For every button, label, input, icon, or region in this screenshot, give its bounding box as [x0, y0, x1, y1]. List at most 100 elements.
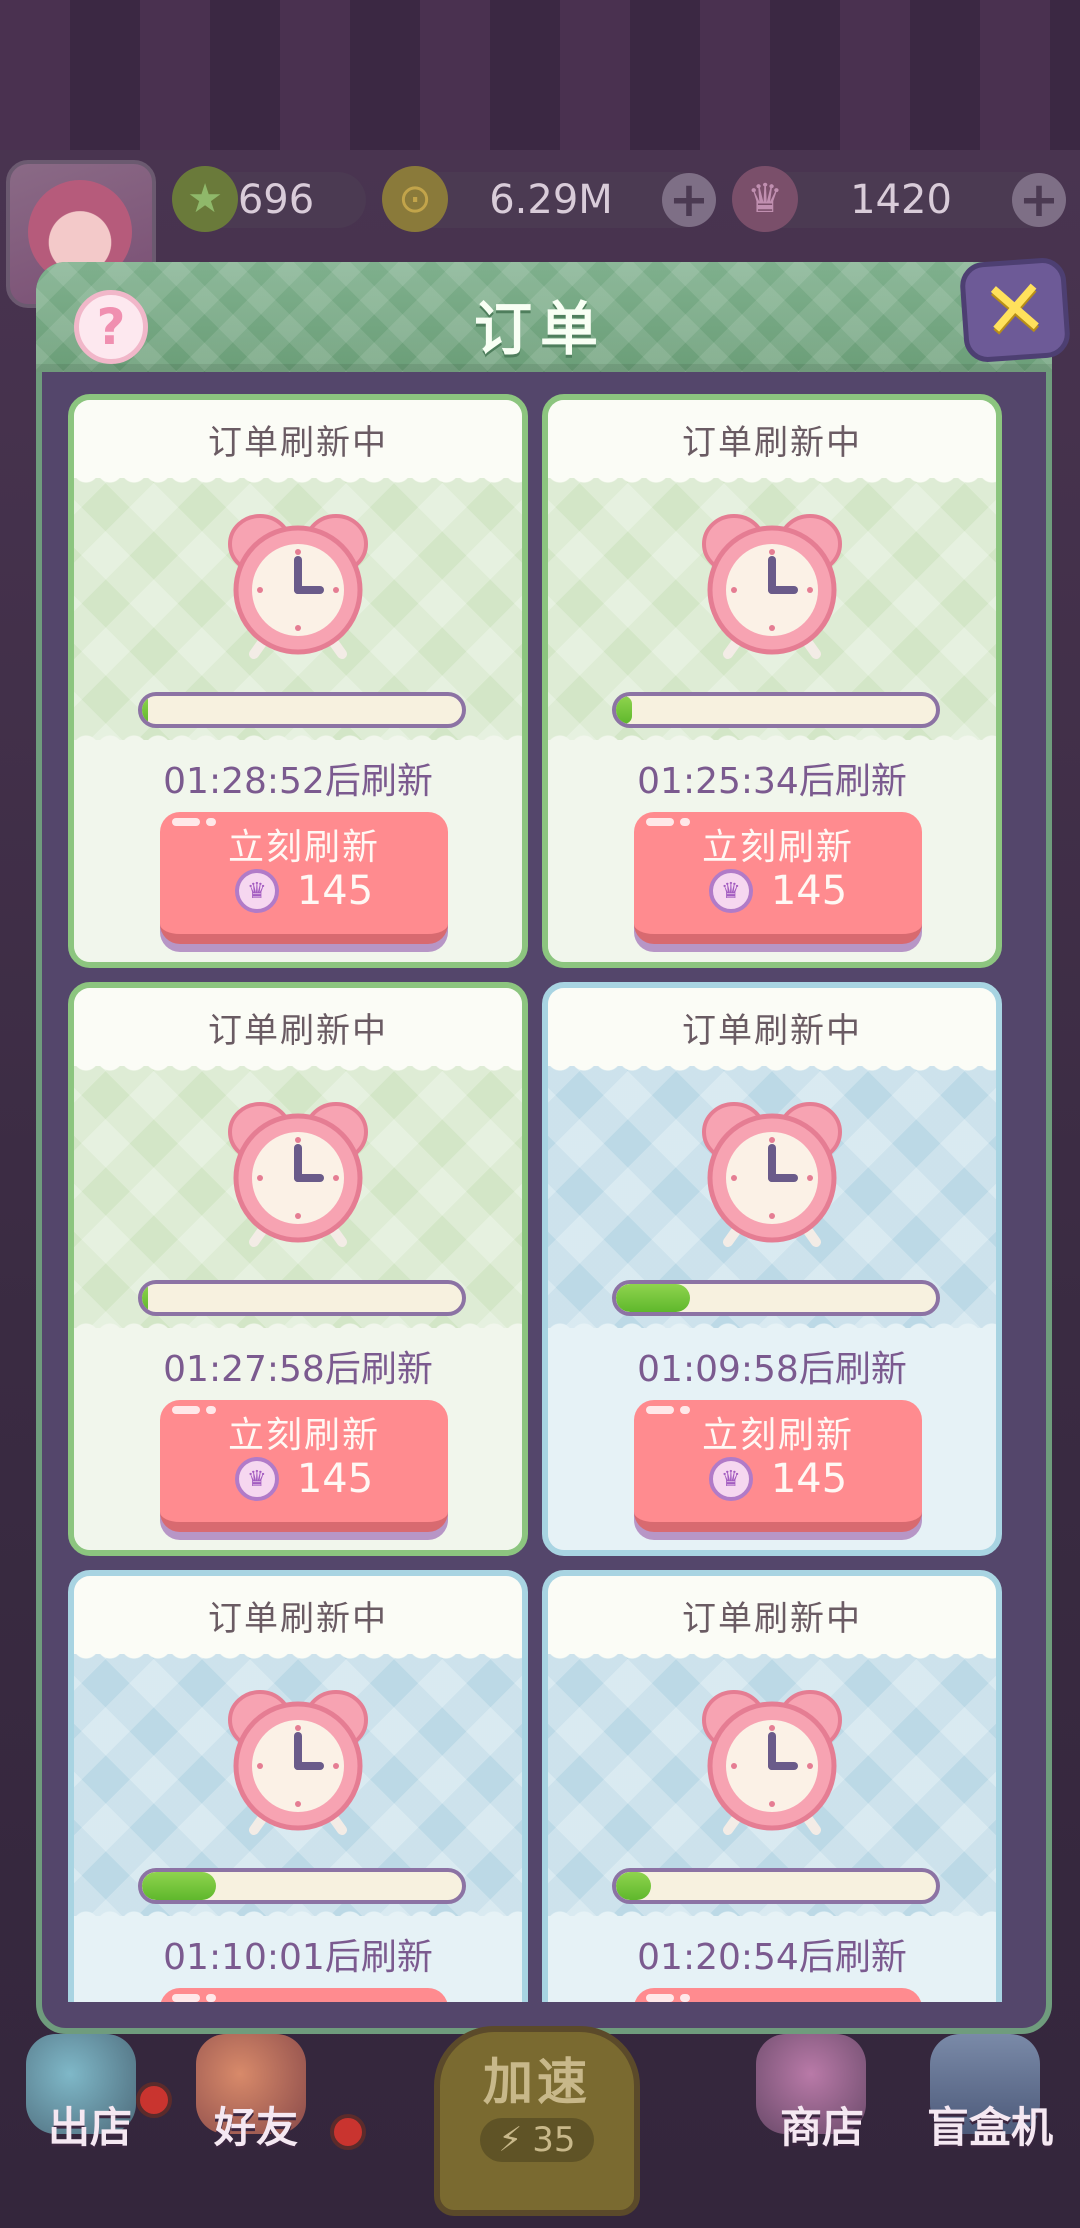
refresh-now-button[interactable]: 立刻刷新 ♛ 145 [160, 1400, 448, 1532]
speed-count-value: 35 [532, 2120, 576, 2160]
refresh-progress-bar [612, 692, 940, 728]
alarm-clock-icon [224, 1688, 372, 1836]
order-status: 订单刷新中 [548, 1576, 996, 1654]
blind-box-button[interactable]: 盲盒机 [910, 2094, 1070, 2155]
blind-box-label: 盲盒机 [926, 2103, 1053, 2152]
refresh-now-label: 立刻刷新 [701, 827, 854, 868]
stars-value: 696 [237, 177, 315, 223]
help-button[interactable]: ? [74, 290, 148, 364]
refresh-now-label: 立刻刷新 [701, 1415, 854, 1456]
card-scallop [74, 1906, 522, 1924]
crown-gem-icon: ♛ [234, 869, 279, 913]
speed-up-counter: ⚡ 35 [480, 2118, 594, 2162]
speed-up-button[interactable]: 加速 ⚡ 35 [434, 2026, 640, 2216]
alarm-clock-icon [698, 512, 846, 660]
refresh-cost: ♛ 145 [160, 1456, 448, 1502]
order-card: 订单刷新中 01:28:52后刷新 立刻刷新 ♛ 145 [68, 394, 528, 968]
close-icon: ✕ [979, 262, 1051, 358]
gems-counter: ♛ 1420 + [732, 166, 1066, 232]
alarm-clock-icon [224, 1100, 372, 1248]
order-status: 订单刷新中 [74, 400, 522, 478]
crown-gem-icon: ♛ [732, 166, 798, 232]
header-scallop [74, 1058, 522, 1076]
header-scallop [74, 1646, 522, 1664]
order-status: 订单刷新中 [74, 1576, 522, 1654]
add-coins-button[interactable]: + [662, 172, 716, 228]
question-icon: ? [96, 298, 126, 356]
refresh-timer: 01:28:52后刷新 [163, 761, 433, 802]
progress-fill [616, 696, 632, 724]
lightning-icon: ⚡ [498, 2120, 523, 2160]
progress-fill [142, 696, 149, 724]
order-card: 订单刷新中 01:27:58后刷新 立刻刷新 ♛ 145 [68, 982, 528, 1556]
cost-value: 145 [296, 1456, 374, 1502]
order-card: 订单刷新中 01:20:54后刷新 立刻刷新 ♛ [542, 1570, 1002, 2002]
progress-fill [616, 1872, 652, 1900]
order-status: 订单刷新中 [548, 988, 996, 1066]
refresh-now-button[interactable]: 立刻刷新 ♛ 145 [160, 1988, 448, 2002]
resource-bar: ★ 696 ⊙ 6.29M + ♛ 1420 + [0, 160, 1080, 308]
coin-icon: ⊙ [382, 166, 448, 232]
refresh-now-button[interactable]: 立刻刷新 ♛ 145 [160, 812, 448, 944]
order-card: 订单刷新中 01:25:34后刷新 立刻刷新 ♛ 145 [542, 394, 1002, 968]
gems-value: 1420 [850, 177, 952, 223]
refresh-cost: ♛ 145 [160, 868, 448, 914]
modal-title: 订单 [473, 295, 606, 363]
header-scallop [74, 470, 522, 488]
refresh-cost: ♛ 145 [634, 868, 922, 914]
cost-value: 145 [770, 1456, 848, 1502]
header-scallop [548, 1646, 996, 1664]
close-button[interactable]: ✕ [958, 256, 1072, 364]
out-store-label: 出店 [47, 2103, 132, 2152]
refresh-progress-bar [138, 1868, 466, 1904]
card-scallop [74, 1318, 522, 1336]
refresh-progress-bar [612, 1280, 940, 1316]
coins-counter: ⊙ 6.29M + [382, 166, 716, 232]
header-scallop [548, 1058, 996, 1076]
card-scallop [548, 730, 996, 748]
refresh-now-label: 立刻刷新 [160, 1994, 448, 2002]
card-scallop [548, 1318, 996, 1336]
shop-label: 商店 [779, 2103, 864, 2152]
add-gems-button[interactable]: + [1012, 172, 1066, 228]
refresh-timer: 01:20:54后刷新 [637, 1937, 907, 1978]
order-card: 订单刷新中 01:10:01后刷新 立刻刷新 ♛ [68, 1570, 528, 2002]
refresh-progress-bar [138, 1280, 466, 1316]
progress-fill [142, 1284, 149, 1312]
crown-gem-icon: ♛ [708, 869, 753, 913]
refresh-now-button[interactable]: 立刻刷新 ♛ 145 [634, 1988, 922, 2002]
alarm-clock-icon [224, 512, 372, 660]
refresh-timer: 01:25:34后刷新 [637, 761, 907, 802]
refresh-now-button[interactable]: 立刻刷新 ♛ 145 [634, 812, 922, 944]
refresh-now-button[interactable]: 立刻刷新 ♛ 145 [634, 1400, 922, 1532]
refresh-now-label: 立刻刷新 [634, 1994, 922, 2002]
refresh-progress-bar [138, 692, 466, 728]
order-status: 订单刷新中 [548, 400, 996, 478]
friends-label: 好友 [213, 2103, 298, 2152]
order-card: 订单刷新中 01:09:58后刷新 立刻刷新 ♛ 145 [542, 982, 1002, 1556]
header-scallop [548, 470, 996, 488]
orders-grid: 订单刷新中 01:28:52后刷新 立刻刷新 ♛ 145 订单刷新中 01:25… [68, 394, 1008, 2002]
refresh-timer: 01:27:58后刷新 [163, 1349, 433, 1390]
shop-button[interactable]: 商店 [752, 2094, 892, 2155]
coins-value: 6.29M [489, 177, 613, 223]
cost-value: 145 [296, 868, 374, 914]
star-icon: ★ [172, 166, 238, 232]
refresh-now-label: 立刻刷新 [227, 1415, 380, 1456]
friends-button[interactable]: 好友 [186, 2094, 326, 2155]
alarm-clock-icon [698, 1688, 846, 1836]
refresh-cost: ♛ 145 [634, 1456, 922, 1502]
refresh-progress-bar [612, 1868, 940, 1904]
friends-badge [330, 2114, 366, 2150]
stars-counter: ★ 696 [172, 166, 366, 232]
speed-up-label: 加速 [483, 2053, 591, 2111]
card-scallop [548, 1906, 996, 1924]
alarm-clock-icon [698, 1100, 846, 1248]
out-store-button[interactable]: 出店 [20, 2094, 160, 2155]
progress-fill [142, 1872, 216, 1900]
progress-fill [616, 1284, 690, 1312]
crown-gem-icon: ♛ [234, 1457, 279, 1501]
cost-value: 145 [770, 868, 848, 914]
card-scallop [74, 730, 522, 748]
refresh-timer: 01:10:01后刷新 [163, 1937, 433, 1978]
